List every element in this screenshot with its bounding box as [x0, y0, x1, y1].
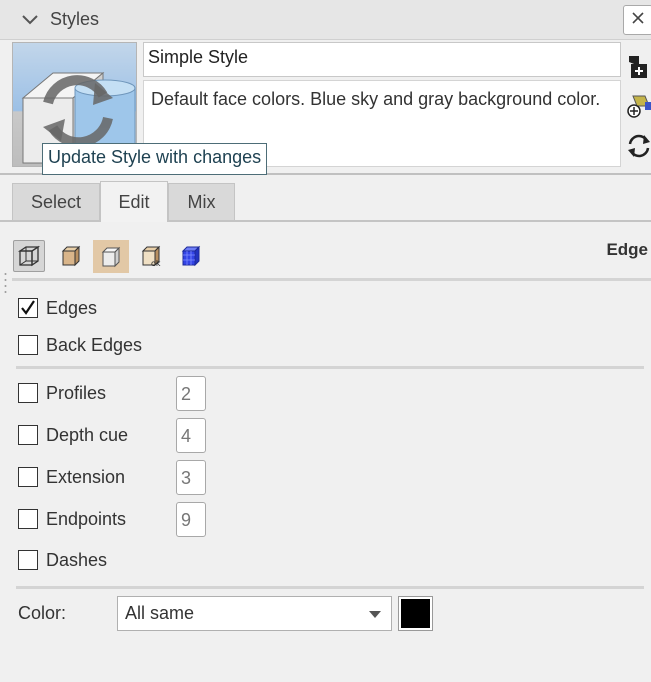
divider [16, 366, 644, 369]
create-new-style-button[interactable] [625, 52, 651, 80]
chevron-down-icon [369, 611, 381, 618]
dashes-label: Dashes [46, 550, 108, 570]
checkmark-icon [21, 300, 35, 315]
back-edges-label: Back Edges [46, 335, 143, 355]
extension-input[interactable]: 3 [176, 460, 206, 495]
watermark-settings-icon: ok [141, 245, 161, 268]
color-label: Color: [18, 603, 67, 623]
endpoints-checkbox[interactable] [18, 509, 38, 529]
edge-settings-icon [17, 245, 41, 267]
extension-checkbox[interactable] [18, 467, 38, 487]
new-style-icon [629, 56, 647, 78]
edge-color-dropdown[interactable]: All same [117, 596, 392, 631]
background-settings-button[interactable] [93, 240, 129, 273]
endpoints-input[interactable]: 9 [176, 502, 206, 537]
paint-bucket-button[interactable] [625, 92, 651, 120]
color-swatch [401, 599, 430, 628]
tab-mix[interactable]: Mix [168, 183, 235, 221]
background-settings-icon [101, 246, 121, 267]
panel-title: Styles [50, 9, 100, 29]
profiles-checkbox[interactable] [18, 383, 38, 403]
tab-select[interactable]: Select [12, 183, 100, 221]
depth-cue-checkbox[interactable] [18, 425, 38, 445]
depth-cue-label: Depth cue [46, 425, 129, 445]
tab-edit[interactable]: Edit [100, 181, 168, 222]
style-name-input[interactable]: Simple Style [143, 42, 621, 77]
update-style-button[interactable] [625, 132, 651, 160]
divider [12, 278, 651, 281]
close-icon [630, 10, 646, 31]
resize-grip[interactable] [4, 270, 7, 300]
chevron-down-icon[interactable] [20, 10, 40, 30]
update-icon [628, 134, 650, 158]
edge-settings-button[interactable] [13, 240, 45, 272]
modeling-settings-icon [181, 245, 201, 267]
color-swatch-button[interactable] [398, 596, 433, 631]
divider [16, 586, 644, 589]
back-edges-checkbox[interactable] [18, 335, 38, 355]
section-label: Edge [606, 240, 648, 259]
paint-bucket-icon [627, 95, 651, 118]
edges-label: Edges [46, 298, 98, 318]
profiles-width-input[interactable]: 2 [176, 376, 206, 411]
profiles-label: Profiles [46, 383, 107, 403]
endpoints-label: Endpoints [46, 509, 127, 529]
face-settings-button[interactable] [55, 240, 87, 272]
svg-text:ok: ok [151, 259, 161, 268]
tab-bar-divider [0, 220, 651, 222]
depth-cue-input[interactable]: 4 [176, 418, 206, 453]
watermark-settings-button[interactable]: ok [135, 240, 167, 272]
modeling-settings-button[interactable] [175, 240, 207, 272]
edges-checkbox[interactable] [18, 298, 38, 318]
face-settings-icon [61, 245, 81, 267]
extension-label: Extension [46, 467, 126, 487]
close-button[interactable] [623, 5, 651, 35]
dashes-checkbox[interactable] [18, 550, 38, 570]
tooltip: Update Style with changes [42, 143, 268, 175]
